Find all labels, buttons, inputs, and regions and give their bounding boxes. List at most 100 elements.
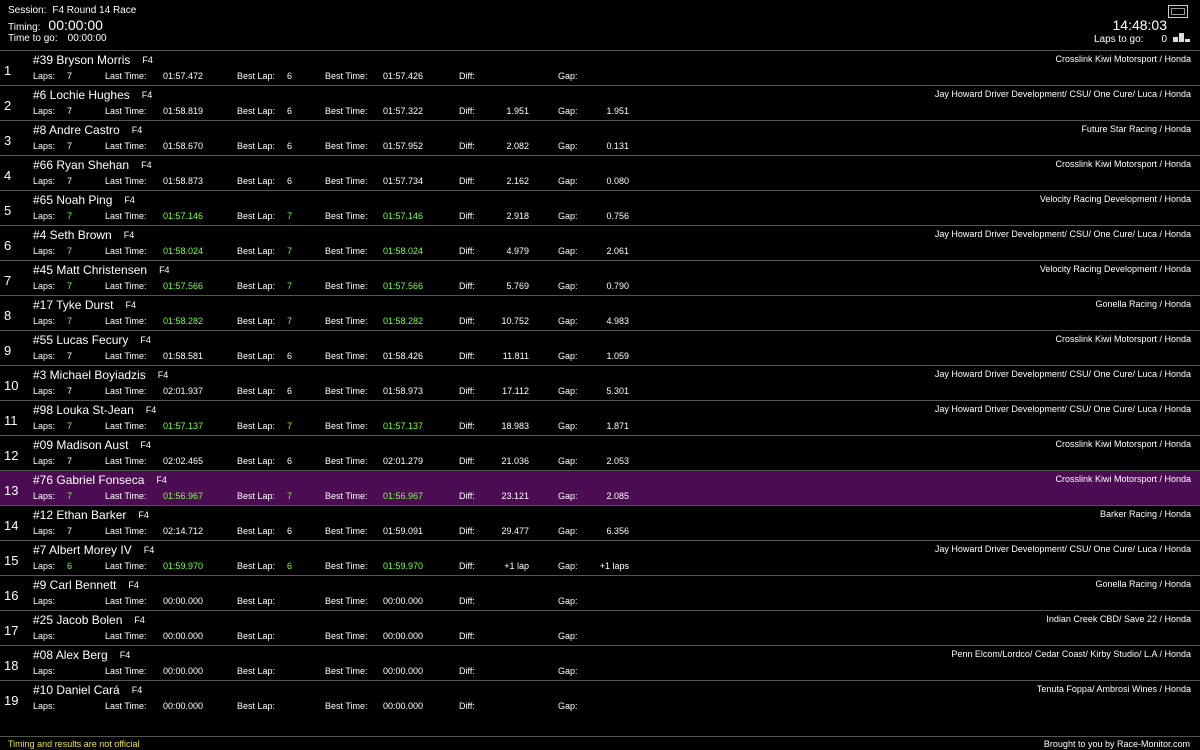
best-time-label: Best Time:	[325, 71, 368, 81]
best-lap-value: 7	[287, 491, 293, 501]
best-time-value: 01:56.967	[383, 491, 424, 501]
best-time-label: Best Time:	[325, 386, 368, 396]
position: 15	[4, 553, 19, 568]
result-row[interactable]: 19 #10 Daniel Cará F4 Tenuta Foppa/ Ambrosi…	[0, 680, 1200, 715]
result-row[interactable]: 3 #8 Andre Castro F4 Future Star Racing / H…	[0, 120, 1200, 155]
gap-label: Gap:	[558, 281, 578, 291]
result-row[interactable]: 17 #25 Jacob Bolen F4 Indian Creek CBD/ Sav…	[0, 610, 1200, 645]
result-row[interactable]: 13 #76 Gabriel Fonseca F4 Crosslink Kiwi Mo…	[0, 470, 1200, 505]
driver-label: #10 Daniel Cará	[33, 683, 120, 697]
class-label: F4	[156, 475, 167, 485]
last-time-label: Last Time:	[105, 701, 147, 711]
best-time-value: 01:57.566	[383, 281, 424, 291]
diff-label: Diff:	[459, 71, 475, 81]
laps-label: Laps:	[33, 211, 56, 221]
result-row[interactable]: 18 #08 Alex Berg F4 Penn Elcom/Lordco/ Ceda…	[0, 645, 1200, 680]
fullscreen-icon[interactable]	[1168, 5, 1188, 18]
diff-label: Diff:	[459, 666, 475, 676]
result-row[interactable]: 7 #45 Matt Christensen F4 Velocity Racing D…	[0, 260, 1200, 295]
last-time-label: Last Time:	[105, 106, 147, 116]
result-row[interactable]: 12 #09 Madison Aust F4 Crosslink Kiwi Motor…	[0, 435, 1200, 470]
driver-label: #25 Jacob Bolen	[33, 613, 123, 627]
last-time-value: 00:00.000	[163, 596, 204, 606]
diff-label: Diff:	[459, 386, 475, 396]
team-name: Velocity Racing Development / Honda	[1039, 194, 1191, 204]
diff-label: Diff:	[459, 281, 475, 291]
best-time-value: 01:59.970	[383, 561, 424, 571]
gap-value: 2.085	[606, 491, 629, 501]
result-row[interactable]: 9 #55 Lucas Fecury F4 Crosslink Kiwi Motors…	[0, 330, 1200, 365]
class-label: F4	[159, 265, 170, 275]
best-time-label: Best Time:	[325, 246, 368, 256]
gap-value: 5.301	[606, 386, 629, 396]
team-name: Velocity Racing Development / Honda	[1039, 264, 1191, 274]
clock: 14:48:03	[1112, 17, 1168, 33]
best-lap-value: 6	[287, 141, 293, 151]
last-time-label: Last Time:	[105, 211, 147, 221]
position: 11	[4, 413, 18, 428]
position: 17	[4, 623, 19, 638]
diff-label: Diff:	[459, 246, 475, 256]
footer: Timing and results are not official Brou…	[0, 736, 1200, 750]
best-lap-label: Best Lap:	[237, 316, 276, 326]
diff-label: Diff:	[459, 631, 475, 641]
laps-label: Laps:	[33, 386, 56, 396]
diff-label: Diff:	[459, 106, 475, 116]
time-to-go-line: Time to go: 00:00:00	[8, 33, 107, 44]
class-label: F4	[119, 650, 131, 660]
last-time-value: 01:58.873	[163, 176, 204, 186]
driver-label: #98 Louka St-Jean	[33, 403, 134, 417]
laps-label: Laps:	[33, 71, 56, 81]
best-lap-label: Best Lap:	[237, 106, 276, 116]
gap-value: 1.951	[606, 106, 629, 116]
result-row[interactable]: 2 #6 Lochie Hughes F4 Jay Howard Driver Dev…	[0, 85, 1200, 120]
best-lap-label: Best Lap:	[237, 71, 276, 81]
position: 4	[4, 168, 12, 183]
gap-label: Gap:	[558, 211, 578, 221]
best-lap-value: 7	[287, 281, 293, 291]
result-row[interactable]: 4 #66 Ryan Shehan F4 Crosslink Kiwi Motorsp…	[0, 155, 1200, 190]
result-row[interactable]: 6 #4 Seth Brown F4 Jay Howard Driver Develo…	[0, 225, 1200, 260]
timing-value: 00:00:00	[48, 17, 103, 33]
brought-by-text[interactable]: Brought to you by Race-Monitor.com	[1044, 739, 1190, 749]
team-name: Gonella Racing / Honda	[1095, 299, 1191, 309]
last-time-value: 01:57.137	[163, 421, 204, 431]
best-lap-value: 6	[287, 106, 293, 116]
best-time-value: 01:57.426	[383, 71, 424, 81]
laps-label: Laps:	[33, 561, 56, 571]
result-row[interactable]: 8 #17 Tyke Durst F4 Gonella Racing / Honda L…	[0, 295, 1200, 330]
class-label: F4	[131, 685, 143, 695]
laps-value: 7	[67, 246, 73, 256]
result-row[interactable]: 16 #9 Carl Bennett F4 Gonella Racing / Hond…	[0, 575, 1200, 610]
result-row[interactable]: 11 #98 Louka St-Jean F4 Jay Howard Driver D…	[0, 400, 1200, 435]
result-row[interactable]: 10 #3 Michael Boyiadzis F4 Jay Howard Drive…	[0, 365, 1200, 400]
best-time-value: 01:57.146	[383, 211, 424, 221]
position: 18	[4, 658, 19, 673]
best-lap-label: Best Lap:	[237, 596, 276, 606]
diff-value: 2.082	[506, 141, 529, 151]
last-time-label: Last Time:	[105, 491, 147, 501]
position: 5	[4, 203, 12, 218]
last-time-label: Last Time:	[105, 526, 147, 536]
result-row[interactable]: 15 #7 Albert Morey IV F4 Jay Howard Driver …	[0, 540, 1200, 575]
laps-value: 7	[67, 491, 73, 501]
result-row[interactable]: 1 #39 Bryson Morris F4 Crosslink Kiwi Motor…	[0, 50, 1200, 85]
podium-icon[interactable]	[1173, 33, 1191, 42]
best-lap-value: 6	[287, 71, 293, 81]
last-time-value: 01:57.566	[163, 281, 204, 291]
result-row[interactable]: 5 #65 Noah Ping F4 Velocity Racing Developm…	[0, 190, 1200, 225]
result-row[interactable]: 14 #12 Ethan Barker F4 Barker Racing / Hond…	[0, 505, 1200, 540]
driver-name: #25 Jacob Bolen F4	[33, 613, 145, 627]
timing-line: Timing: 00:00:00	[8, 17, 103, 33]
diff-value: 2.162	[506, 176, 529, 186]
best-lap-value: 6	[287, 176, 293, 186]
laps-label: Laps:	[33, 631, 56, 641]
time-to-go-label: Time to go:	[8, 33, 58, 44]
best-time-value: 00:00.000	[383, 631, 424, 641]
diff-value: +1 lap	[504, 561, 529, 571]
driver-name: #76 Gabriel Fonseca F4	[33, 473, 167, 487]
session-header: Session: F4 Round 14 Race Timing: 00:00:00…	[0, 0, 1200, 49]
best-lap-label: Best Lap:	[237, 386, 276, 396]
last-time-label: Last Time:	[105, 561, 147, 571]
gap-label: Gap:	[558, 491, 578, 501]
